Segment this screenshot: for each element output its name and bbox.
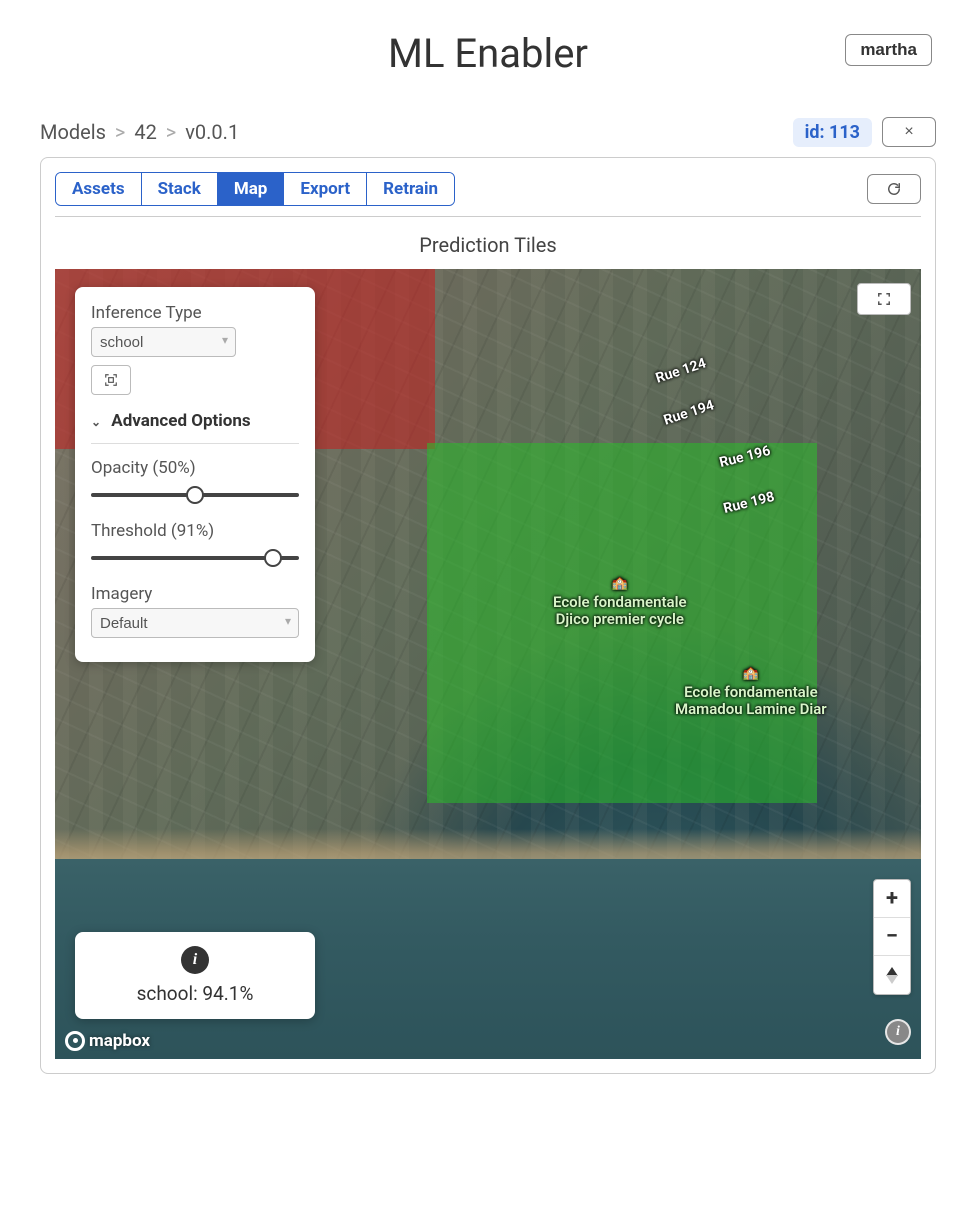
compass-south-icon	[886, 975, 898, 984]
zoom-to-extent-button[interactable]	[91, 365, 131, 395]
chevron-down-icon: ⌄	[91, 415, 101, 429]
threshold-slider[interactable]	[91, 556, 299, 560]
tile-info-text: school: 94.1%	[89, 982, 301, 1005]
breadcrumb: Models > 42 > v0.0.1	[40, 120, 239, 144]
fullscreen-icon	[877, 292, 891, 306]
breadcrumb-version[interactable]: v0.0.1	[185, 120, 239, 144]
imagery-select[interactable]: Default	[91, 608, 299, 638]
zoom-controls: + −	[873, 879, 911, 995]
inference-type-label: Inference Type	[91, 303, 299, 323]
imagery-label: Imagery	[91, 584, 299, 604]
tab-map[interactable]: Map	[218, 173, 285, 205]
breadcrumb-root[interactable]: Models	[40, 120, 106, 144]
refresh-button[interactable]	[867, 174, 921, 204]
map-canvas[interactable]: Rue 124 Rue 194 Rue 196 Rue 198 🏫 Ecole …	[55, 269, 921, 1059]
bounds-icon	[104, 373, 118, 387]
breadcrumb-model[interactable]: 42	[134, 120, 156, 144]
info-icon: i	[181, 946, 209, 974]
compass-button[interactable]	[874, 956, 910, 994]
school-icon: 🏫	[553, 577, 687, 592]
zoom-out-button[interactable]: −	[874, 918, 910, 956]
school-icon: 🏫	[675, 667, 827, 682]
poi-school-1: 🏫 Ecole fondamentale Djico premier cycle	[553, 577, 687, 628]
tab-export[interactable]: Export	[284, 173, 367, 205]
tab-group: Assets Stack Map Export Retrain	[55, 172, 455, 206]
zoom-in-button[interactable]: +	[874, 880, 910, 918]
prediction-card: Assets Stack Map Export Retrain Predicti…	[40, 157, 936, 1074]
close-button[interactable]: ×	[882, 117, 936, 147]
map-controls-panel: Inference Type school ⌄ Advanced Options	[75, 287, 315, 662]
tab-stack[interactable]: Stack	[142, 173, 218, 205]
map-attribution: mapbox	[65, 1031, 150, 1051]
user-menu-button[interactable]: martha	[845, 34, 932, 66]
breadcrumb-sep: >	[166, 120, 176, 144]
inference-type-select[interactable]: school	[91, 327, 236, 357]
refresh-icon	[887, 182, 901, 196]
map-attribution-button[interactable]: i	[885, 1019, 911, 1045]
prediction-id-badge: id: 113	[793, 118, 872, 147]
tab-assets[interactable]: Assets	[56, 173, 142, 205]
tab-retrain[interactable]: Retrain	[367, 173, 454, 205]
fullscreen-button[interactable]	[857, 283, 911, 315]
threshold-label: Threshold (91%)	[91, 521, 299, 541]
tile-info-panel: i school: 94.1%	[75, 932, 315, 1019]
section-title: Prediction Tiles	[55, 233, 921, 257]
poi-school-2: 🏫 Ecole fondamentale Mamadou Lamine Diar	[675, 667, 827, 718]
advanced-options-toggle[interactable]: ⌄ Advanced Options	[91, 405, 299, 444]
opacity-label: Opacity (50%)	[91, 458, 299, 478]
close-icon: ×	[904, 123, 913, 140]
opacity-slider[interactable]	[91, 493, 299, 497]
mapbox-logo-icon	[65, 1031, 85, 1051]
app-title: ML Enabler	[388, 30, 588, 77]
breadcrumb-sep: >	[115, 120, 125, 144]
